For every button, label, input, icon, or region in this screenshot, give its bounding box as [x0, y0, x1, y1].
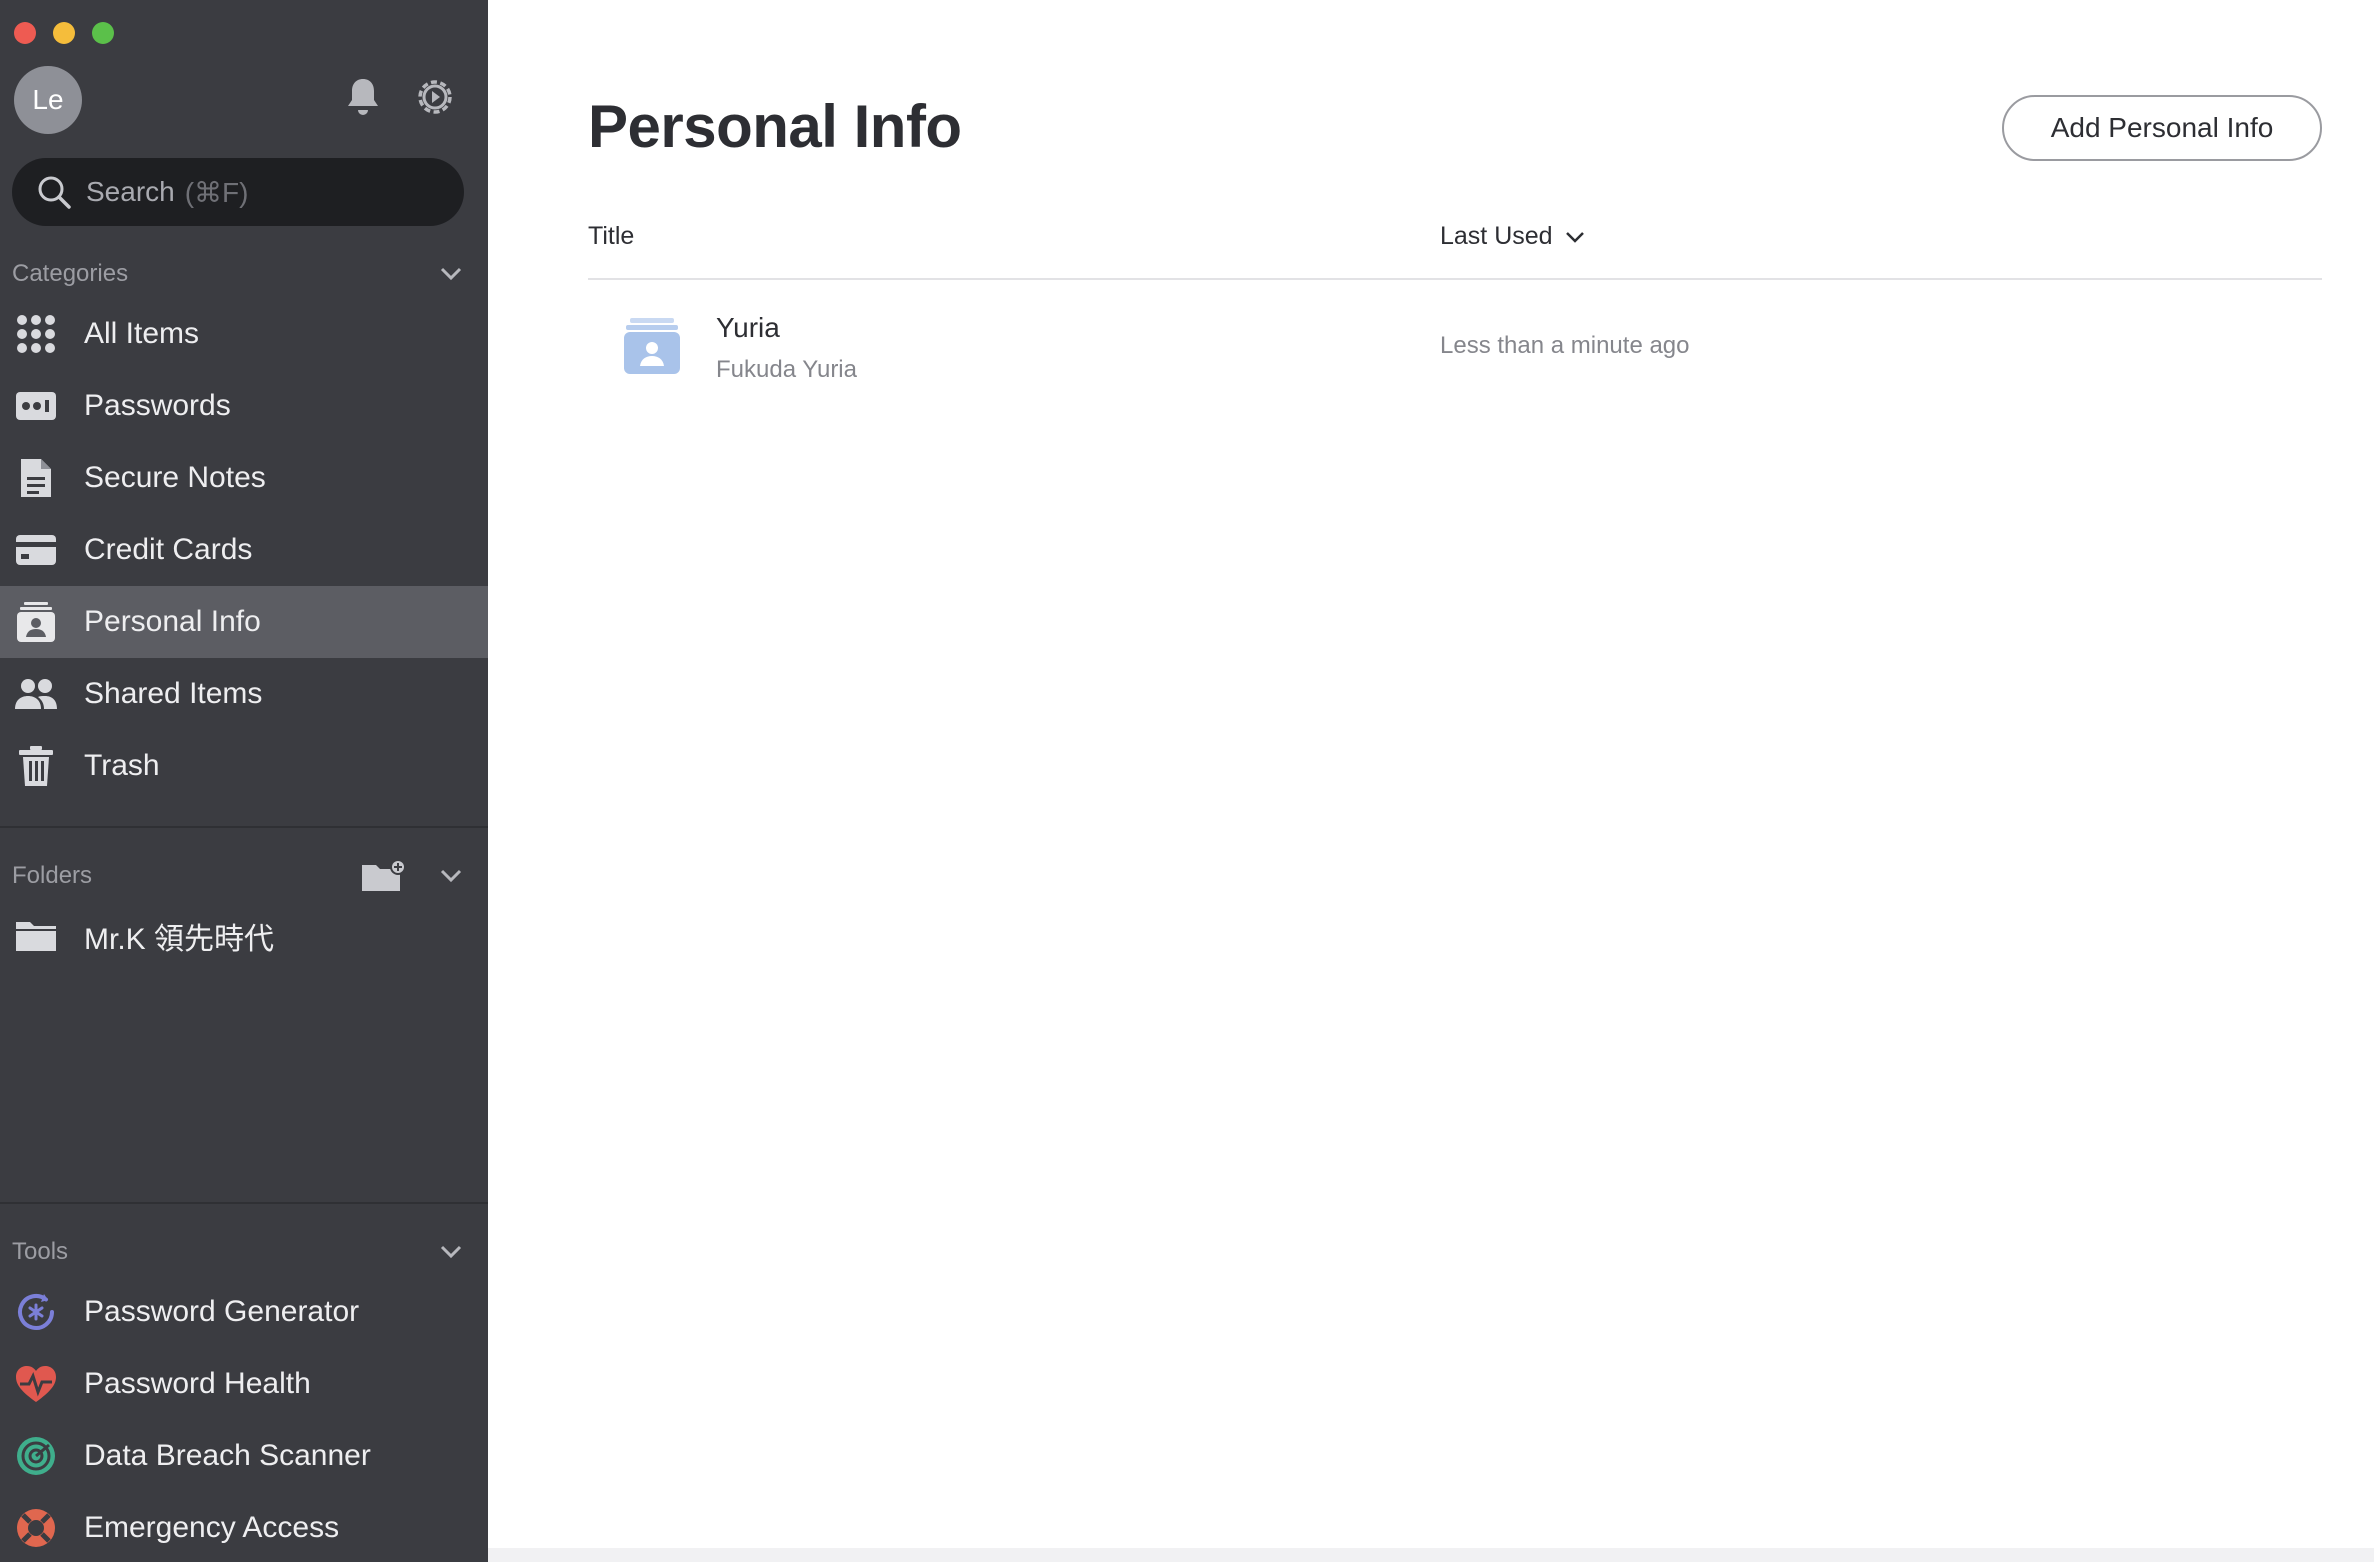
page-title: Personal Info — [588, 93, 962, 160]
sidebar-item-passwords[interactable]: Passwords — [0, 370, 488, 442]
column-header-last-used[interactable]: Last Used — [1440, 222, 1587, 251]
sidebar-item-secure-notes[interactable]: Secure Notes — [0, 442, 488, 514]
item-title: Yuria — [716, 312, 780, 343]
avatar[interactable]: Le — [14, 66, 82, 134]
chevron-down-icon[interactable] — [436, 1237, 466, 1267]
sidebar-item-trash[interactable]: Trash — [0, 730, 488, 802]
avatar-initials: Le — [32, 84, 64, 115]
bottom-strip — [488, 1548, 2374, 1562]
contact-card-icon — [622, 316, 682, 376]
minimize-window-button[interactable] — [53, 22, 75, 44]
add-folder-icon[interactable] — [360, 859, 408, 893]
people-icon — [14, 672, 58, 716]
table-header: Title Last Used — [588, 218, 2322, 260]
window-controls — [14, 22, 114, 44]
sidebar-item-personal-info[interactable]: Personal Info — [0, 586, 488, 658]
sidebar-item-credit-cards[interactable]: Credit Cards — [0, 514, 488, 586]
close-window-button[interactable] — [14, 22, 36, 44]
categories-label: Categories — [12, 260, 129, 287]
table-row[interactable]: Yuria Fukuda Yuria Less than a minute ag… — [588, 300, 2322, 400]
folders-actions — [360, 859, 466, 893]
sidebar-folder-item[interactable]: Mr.K 領先時代 — [0, 900, 488, 972]
sidebar-item-label: Mr.K 領先時代 — [84, 923, 275, 956]
sidebar-item-label: Password Health — [84, 1367, 311, 1400]
chevron-down-icon[interactable] — [436, 861, 466, 891]
lifebuoy-icon — [14, 1506, 58, 1550]
grid-icon — [14, 312, 58, 356]
password-generator-icon — [14, 1290, 58, 1334]
sidebar-item-label: Emergency Access — [84, 1511, 340, 1544]
password-icon — [14, 384, 58, 428]
sidebar-tool-data-breach-scanner[interactable]: Data Breach Scanner — [0, 1420, 488, 1492]
app-window: Le Search (⌘F) Categories All Items Pass… — [0, 0, 2374, 1562]
maximize-window-button[interactable] — [92, 22, 114, 44]
credit-card-icon — [14, 528, 58, 572]
folders-label: Folders — [12, 862, 93, 889]
chevron-down-icon — [1565, 231, 1584, 243]
sidebar: Le Search (⌘F) Categories All Items Pass… — [0, 0, 488, 1562]
main-content: Personal Info Add Personal Info Title La… — [488, 0, 2374, 1562]
folders-header[interactable]: Folders — [12, 856, 466, 896]
tools-header[interactable]: Tools — [12, 1232, 466, 1272]
sidebar-item-shared-items[interactable]: Shared Items — [0, 658, 488, 730]
column-header-title[interactable]: Title — [588, 222, 634, 251]
add-personal-info-button[interactable]: Add Personal Info — [2002, 95, 2322, 161]
sidebar-divider — [0, 1202, 488, 1204]
folder-icon — [14, 914, 58, 958]
note-icon — [14, 456, 58, 500]
sidebar-item-label: All Items — [84, 317, 200, 350]
item-subtitle: Fukuda Yuria — [716, 356, 857, 383]
search-placeholder: Search — [86, 176, 175, 207]
sidebar-item-label: Data Breach Scanner — [84, 1439, 371, 1472]
header-divider — [588, 278, 2322, 280]
bell-icon[interactable] — [340, 74, 386, 120]
radar-icon — [14, 1434, 58, 1478]
sidebar-item-label: Password Generator — [84, 1295, 360, 1328]
trash-icon — [14, 744, 58, 788]
sidebar-item-label: Shared Items — [84, 677, 263, 710]
sidebar-tool-password-health[interactable]: Password Health — [0, 1348, 488, 1420]
column-header-label: Last Used — [1440, 222, 1553, 250]
sidebar-item-label: Personal Info — [84, 605, 261, 638]
tools-label: Tools — [12, 1238, 69, 1265]
chevron-down-icon[interactable] — [436, 259, 466, 289]
search-input[interactable]: Search (⌘F) — [12, 158, 464, 226]
sidebar-tool-password-generator[interactable]: Password Generator — [0, 1276, 488, 1348]
sidebar-divider — [0, 826, 488, 828]
categories-header[interactable]: Categories — [12, 254, 466, 294]
heart-pulse-icon — [14, 1362, 58, 1406]
gear-icon[interactable] — [412, 74, 458, 120]
search-icon — [38, 176, 71, 209]
personal-info-icon — [14, 600, 58, 644]
sidebar-tool-emergency-access[interactable]: Emergency Access — [0, 1492, 488, 1564]
sidebar-item-all-items[interactable]: All Items — [0, 298, 488, 370]
sidebar-item-label: Credit Cards — [84, 533, 253, 566]
item-last-used: Less than a minute ago — [1440, 332, 1690, 359]
sidebar-item-label: Passwords — [84, 389, 231, 422]
sidebar-item-label: Secure Notes — [84, 461, 266, 494]
sidebar-item-label: Trash — [84, 749, 160, 782]
search-shortcut: (⌘F) — [184, 176, 249, 208]
